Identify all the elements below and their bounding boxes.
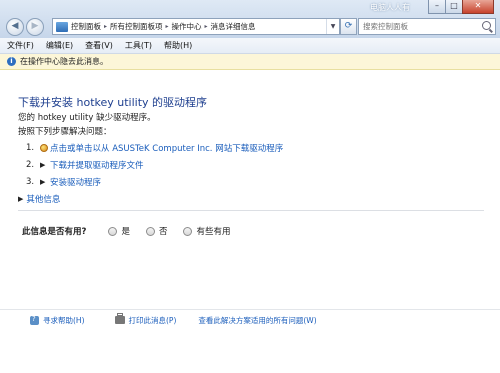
radio-label: 是	[121, 227, 130, 237]
extract-driver-link[interactable]: 下载并提取驱动程序文件	[50, 159, 144, 171]
step-number: 2.	[26, 160, 35, 170]
instructions-text: 按照下列步骤解决问题：	[18, 127, 112, 137]
back-button[interactable]: ◀	[6, 18, 24, 36]
radio-label: 有些有用	[196, 227, 231, 237]
menu-help[interactable]: 帮助(H)	[159, 40, 197, 51]
more-info-toggle[interactable]: ▶ 其他信息	[18, 193, 60, 205]
breadcrumb-action-center[interactable]: 操作中心	[172, 21, 202, 32]
view-all-problems-link[interactable]: 查看此解决方案适用的所有问题(W)	[198, 315, 316, 326]
title-bar: 电脑人人有 – □ ✕ ◀ ▶ 控制面板 ▸ 所有控制面板项 ▸ 操作中心 ▸ …	[0, 0, 500, 38]
breadcrumb-separator-icon: ▸	[204, 23, 208, 30]
menu-tools[interactable]: 工具(T)	[120, 40, 157, 51]
breadcrumb-separator-icon: ▸	[104, 23, 108, 30]
install-driver-link[interactable]: 安装驱动程序	[50, 176, 101, 188]
get-help-link[interactable]: 寻求帮助(H)	[30, 315, 85, 326]
radio-button[interactable]	[145, 226, 155, 236]
bottom-links-bar: 寻求帮助(H) 打印此消息(P) 查看此解决方案适用的所有问题(W)	[0, 309, 500, 330]
step-number: 1.	[26, 143, 35, 153]
info-bar[interactable]: i 在操作中心隐去此消息。	[0, 54, 500, 70]
search-box[interactable]	[358, 18, 496, 35]
breadcrumb-all-items[interactable]: 所有控制面板项	[110, 21, 163, 32]
feedback-question: 此信息是否有用?	[22, 227, 87, 237]
breadcrumb-separator-icon: ▸	[165, 23, 169, 30]
print-message-label[interactable]: 打印此消息(P)	[129, 315, 177, 326]
download-driver-link[interactable]: 点击或单击以从 ASUSTeK Computer Inc. 网站下载驱动程序	[50, 142, 283, 154]
problem-description: 您的 hotkey utility 缺少驱动程序。	[18, 113, 156, 123]
feedback-section: 此信息是否有用? 是 否 有些有用	[22, 225, 246, 237]
more-info-label[interactable]: 其他信息	[26, 193, 60, 205]
chevron-down-icon[interactable]: ▼	[326, 19, 339, 34]
breadcrumb-control-panel[interactable]: 控制面板	[71, 21, 101, 32]
menu-edit[interactable]: 编辑(E)	[41, 40, 78, 51]
feedback-somewhat-radio[interactable]: 有些有用	[183, 225, 230, 237]
close-button[interactable]: ✕	[462, 0, 494, 14]
expand-arrow-icon[interactable]: ▶	[18, 195, 23, 203]
menu-bar: 文件(F) 编辑(E) 查看(V) 工具(T) 帮助(H)	[0, 38, 500, 54]
address-bar[interactable]: 控制面板 ▸ 所有控制面板项 ▸ 操作中心 ▸ 消息详细信息 ▼	[52, 18, 340, 35]
control-panel-icon	[56, 21, 68, 32]
expand-arrow-icon[interactable]: ▶	[40, 178, 50, 186]
page-title: 下载并安装 hotkey utility 的驱动程序	[18, 96, 208, 109]
radio-label: 否	[158, 227, 168, 237]
expand-arrow-icon[interactable]: ▶	[40, 161, 50, 169]
status-area	[0, 330, 500, 373]
step-1: 1. 点击或单击以从 ASUSTeK Computer Inc. 网站下载驱动程…	[26, 142, 283, 154]
info-bar-text[interactable]: 在操作中心隐去此消息。	[20, 56, 108, 67]
control-panel-window: 电脑人人有 – □ ✕ ◀ ▶ 控制面板 ▸ 所有控制面板项 ▸ 操作中心 ▸ …	[0, 0, 500, 373]
feedback-no-radio[interactable]: 否	[145, 225, 168, 237]
radio-button[interactable]	[108, 226, 118, 236]
step-3: 3. ▶ 安装驱动程序	[26, 176, 101, 188]
print-message-link[interactable]: 打印此消息(P)	[114, 313, 177, 326]
window-controls: – □ ✕	[428, 0, 494, 14]
feedback-yes-radio[interactable]: 是	[108, 225, 130, 237]
globe-icon	[40, 144, 48, 152]
watermark-text: 电脑人人有	[370, 3, 410, 12]
search-icon[interactable]	[482, 21, 491, 30]
minimize-button[interactable]: –	[428, 0, 446, 14]
help-icon	[30, 315, 39, 325]
message-details-content: 下载并安装 hotkey utility 的驱动程序 您的 hotkey uti…	[0, 70, 500, 303]
step-number: 3.	[26, 177, 35, 187]
maximize-button[interactable]: □	[445, 0, 463, 14]
breadcrumb-message-details[interactable]: 消息详细信息	[211, 21, 256, 32]
radio-button[interactable]	[183, 226, 193, 236]
info-icon: i	[7, 57, 16, 66]
get-help-label[interactable]: 寻求帮助(H)	[43, 315, 85, 326]
forward-button[interactable]: ▶	[26, 18, 44, 36]
menu-file[interactable]: 文件(F)	[2, 40, 39, 51]
refresh-button[interactable]: ⟳	[340, 18, 357, 35]
search-input[interactable]	[359, 21, 475, 32]
divider	[18, 210, 484, 211]
printer-icon	[114, 313, 125, 324]
menu-view[interactable]: 查看(V)	[80, 40, 118, 51]
step-2: 2. ▶ 下载并提取驱动程序文件	[26, 159, 144, 171]
